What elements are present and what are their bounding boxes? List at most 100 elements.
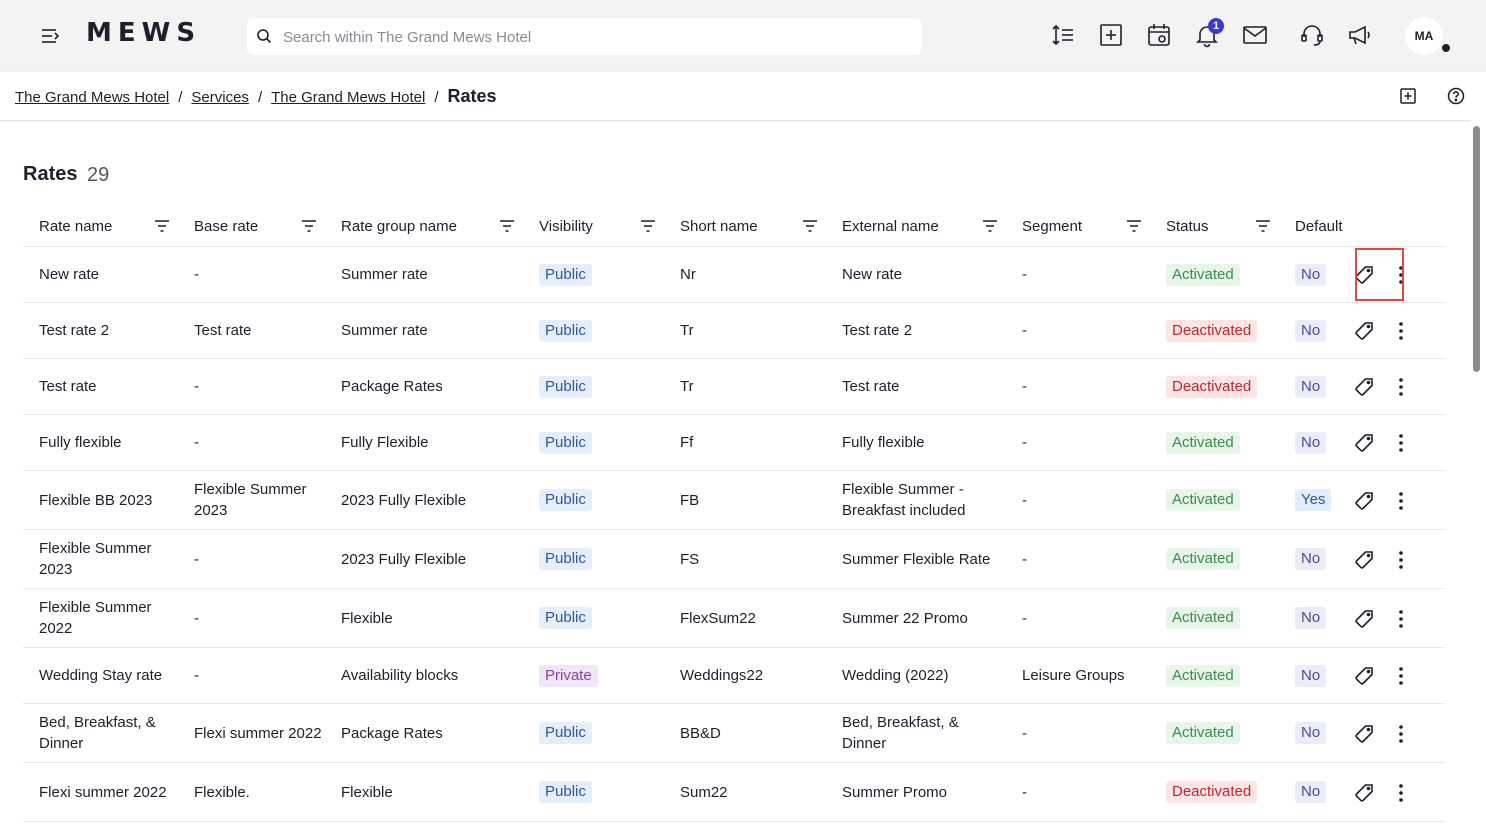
filter-icon[interactable] [802,219,818,233]
status-badge: Activated [1166,489,1240,511]
segment-cell: - [1006,529,1150,589]
status-cell: Activated [1150,470,1279,530]
user-avatar[interactable]: MA [1405,17,1443,55]
more-vertical-icon[interactable] [1396,665,1406,687]
short-name-text: Tr [680,322,694,339]
more-vertical-icon[interactable] [1396,432,1406,454]
breadcrumb-link-service[interactable]: The Grand Mews Hotel [271,89,425,106]
more-vertical-icon[interactable] [1396,376,1406,398]
filter-icon[interactable] [1255,219,1271,233]
table-row[interactable]: Flexi summer 2022 Flexible. Flexible Public… [23,762,1445,822]
price-tag-icon[interactable] [1353,264,1375,286]
column-header[interactable]: Short name [664,207,826,247]
more-vertical-icon[interactable] [1396,608,1406,630]
row-actions-cell [1346,588,1445,648]
price-tag-icon[interactable] [1353,549,1375,571]
filter-icon[interactable] [640,219,656,233]
filter-icon[interactable] [154,219,170,233]
price-tag-icon[interactable] [1353,608,1375,630]
column-header[interactable]: Status [1150,207,1279,247]
table-row[interactable]: Test rate - Package Rates Public Tr Test rate… [23,358,1445,415]
status-cell: Activated [1150,246,1279,303]
short-name-cell: Nr [664,246,826,303]
table-row[interactable]: Wedding Stay rate - Availability blocks Pri… [23,647,1445,704]
search-bar[interactable] [247,18,922,57]
search-input[interactable] [281,18,905,57]
more-vertical-icon[interactable] [1396,723,1406,745]
filter-icon[interactable] [499,219,515,233]
sort-lines-icon[interactable] [1050,22,1076,48]
default-badge: No [1295,263,1327,286]
more-vertical-icon[interactable] [1396,320,1406,342]
breadcrumb-link-services[interactable]: Services [191,89,249,106]
table-row[interactable]: Fully flexible - Fully Flexible Public Ff Ful… [23,414,1445,471]
table-header-row: Rate name Base rate Rate group name Visi… [23,207,1445,247]
megaphone-icon[interactable] [1347,22,1373,48]
price-tag-icon[interactable] [1353,320,1375,342]
column-header-label: Visibility [539,218,593,235]
headset-icon[interactable] [1299,22,1325,48]
short-name-cell: Sum22 [664,762,826,822]
external-name-cell: New rate [826,246,1006,303]
rate-group-text: Package Rates [341,378,443,395]
table-row[interactable]: Bed, Breakfast, & Dinner Flexi summer 202… [23,703,1445,763]
more-vertical-icon[interactable] [1396,264,1406,286]
status-cell: Activated [1150,703,1279,763]
add-square-icon[interactable] [1098,22,1124,48]
segment-text: - [1022,491,1027,509]
external-name-text: New rate [842,266,903,283]
more-vertical-icon[interactable] [1396,549,1406,571]
status-cell: Deactivated [1150,302,1279,359]
column-header[interactable]: Visibility [523,207,664,247]
table-row[interactable]: Flexible Summer 2023 - 2023 Fully Flexible… [23,529,1445,589]
rate-group-cell: Package Rates [325,358,523,415]
default-cell: No [1279,588,1346,648]
column-header[interactable]: Default [1279,207,1346,247]
rate-name-cell: Flexible Summer 2023 [23,529,178,589]
table-row[interactable]: Test rate 2 Test rate Summer rate Public Tr T… [23,302,1445,359]
column-header[interactable]: Base rate [178,207,325,247]
external-name-cell: Fully flexible [826,414,1006,471]
more-vertical-icon[interactable] [1396,490,1406,512]
price-tag-icon[interactable] [1353,782,1375,804]
default-badge: No [1295,431,1327,454]
price-tag-icon[interactable] [1353,665,1375,687]
rate-name-cell: Wedding Stay rate [23,647,178,704]
rate-name-text: Test rate 2 [39,322,110,339]
mail-icon[interactable] [1242,22,1268,48]
scrollbar-thumb[interactable] [1473,126,1480,372]
price-tag-icon[interactable] [1353,490,1375,512]
filter-icon[interactable] [301,219,317,233]
table-row[interactable]: Flexible Summer 2022 - Flexible Public FlexS… [23,588,1445,648]
help-icon[interactable] [1447,87,1465,105]
segment-text: - [1022,783,1027,801]
column-header[interactable]: Rate name [23,207,178,247]
filter-icon[interactable] [982,219,998,233]
rate-name-text: New rate [39,266,100,283]
rate-group-text: 2023 Fully Flexible [341,491,467,509]
mews-logo[interactable]: MEWS [86,18,201,48]
column-header[interactable]: Segment [1006,207,1150,247]
default-badge: No [1295,319,1327,342]
more-vertical-icon[interactable] [1396,782,1406,804]
base-rate-cell: - [178,529,325,589]
table-row[interactable]: New rate - Summer rate Public Nr New rate - Act… [23,246,1445,303]
short-name-text: FB [680,491,700,509]
menu-icon[interactable] [40,26,62,46]
add-rate-icon[interactable] [1399,87,1417,105]
breadcrumb-link-hotel[interactable]: The Grand Mews Hotel [15,89,169,106]
visibility-badge: Public [539,319,592,342]
external-name-text: Bed, Breakfast, & Dinner [842,714,959,752]
column-header[interactable]: External name [826,207,1006,247]
price-tag-icon[interactable] [1353,723,1375,745]
base-rate-text: - [194,550,199,568]
filter-icon[interactable] [1126,219,1142,233]
column-header[interactable]: Rate group name [325,207,523,247]
price-tag-icon[interactable] [1353,432,1375,454]
base-rate-text: Flexible Summer 2023 [194,481,307,519]
external-name-cell: Summer 22 Promo [826,588,1006,648]
price-tag-icon[interactable] [1353,376,1375,398]
table-row[interactable]: Flexible BB 2023 Flexible Summer 2023 2023… [23,470,1445,530]
rate-name-text: Bed, Breakfast, & Dinner [39,714,156,752]
calendar-icon[interactable] [1146,22,1172,48]
